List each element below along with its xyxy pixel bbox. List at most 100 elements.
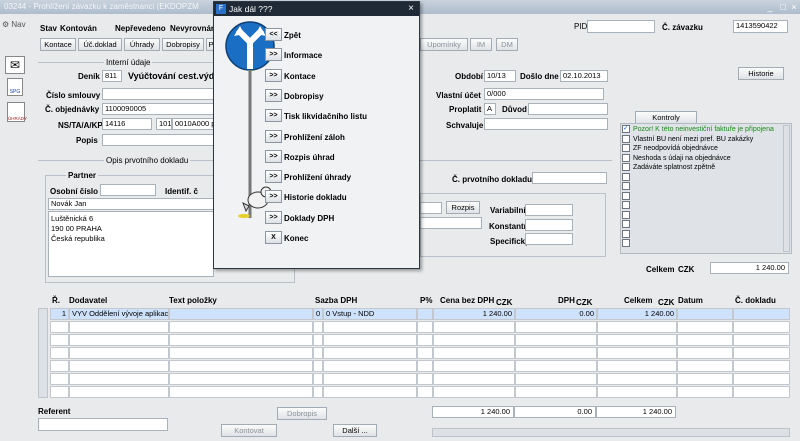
table-cell-dph[interactable] [515,321,597,333]
table-cell-dph[interactable] [515,334,597,346]
table-cell-cena[interactable] [433,321,515,333]
dialog-item-button[interactable]: >> [265,190,282,204]
dialog-item-button[interactable]: >> [265,68,282,82]
table-cell-datum[interactable] [677,347,733,359]
table-cell-sazba[interactable] [323,334,417,346]
dialog-item[interactable]: X Konec [265,231,308,244]
table-cell-datum[interactable] [677,373,733,385]
table-cell-text[interactable] [169,347,313,359]
dialog-item-button[interactable]: X [265,231,282,244]
table-cell-dph[interactable] [515,386,597,398]
table-cell-sazba[interactable] [323,347,417,359]
kontroly-checkbox[interactable] [622,239,630,247]
table-cell-sazba_code[interactable] [313,373,323,385]
table-cell-doklad[interactable] [733,347,790,359]
kontroly-item[interactable] [622,220,782,229]
dialog-item[interactable]: >> Dobropisy [265,88,324,102]
close-window-button[interactable]: × [789,2,799,12]
table-cell-dph[interactable]: 0.00 [515,308,597,320]
partner-name-field[interactable]: Novák Jan [48,198,214,210]
table-cell-p[interactable] [417,373,433,385]
tab-upominky[interactable]: Upomínky [420,38,468,51]
ta-field[interactable]: 101 [156,118,172,130]
kontroly-checkbox[interactable] [622,191,630,200]
table-cell-sazba_code[interactable] [313,321,323,333]
table-cell-doklad[interactable] [733,386,790,398]
table-cell-doklad[interactable] [733,373,790,385]
kontroly-item[interactable]: ✓ Pozor! K této neinvestiční faktuře je p… [622,125,782,134]
table-cell-p[interactable] [417,308,433,320]
uhrady-icon[interactable]: ÚHRADY [7,102,27,122]
table-cell-doklad[interactable] [733,360,790,372]
kontroly-checkbox[interactable] [622,153,630,162]
osobni-cislo-field[interactable] [100,184,156,196]
historie-button[interactable]: Historie [738,67,784,80]
kontroly-checkbox[interactable] [622,144,630,152]
kontroly-item[interactable] [622,229,782,239]
cislo-objednavky-field[interactable]: 1100090005 [102,103,214,115]
referent-field[interactable] [38,418,168,431]
table-cell-datum[interactable] [677,321,733,333]
table-cell-dodavatel[interactable] [69,386,169,398]
kontroly-checkbox[interactable] [622,163,630,171]
tab-dobropisy[interactable]: Dobropisy [162,38,204,51]
denik-field[interactable]: 811 [102,70,122,82]
table-cell-p[interactable] [417,360,433,372]
konstantni-field[interactable] [525,219,573,231]
table-cell-sazba_code[interactable] [313,334,323,346]
popis-field[interactable] [102,134,214,146]
table-cell-r[interactable] [50,347,69,359]
table-cell-p[interactable] [417,321,433,333]
table-cell-celkem[interactable] [597,321,677,333]
table-cell-sazba_code[interactable]: 0 [313,308,323,320]
dialog-item[interactable]: >> Historie dokladu [265,190,347,204]
table-cell-datum[interactable] [677,308,733,320]
table-cell-cena[interactable]: 1 240.00 [433,308,515,320]
vlastni-ucet-field[interactable]: 0/000 [484,88,604,100]
table-cell-doklad[interactable] [733,321,790,333]
kontroly-item[interactable] [622,172,782,182]
table-cell-text[interactable] [169,334,313,346]
table-cell-cena[interactable] [433,334,515,346]
table-cell-cena[interactable] [433,386,515,398]
rozpis-field[interactable] [420,202,442,214]
tab-kontace[interactable]: Kontace [40,38,76,51]
table-cell-sazba_code[interactable] [313,360,323,372]
dialog-item-button[interactable]: >> [265,149,282,163]
table-cell-text[interactable] [169,373,313,385]
table-cell-r[interactable] [50,373,69,385]
table-cell-sazba_code[interactable] [313,347,323,359]
maximize-button[interactable]: □ [778,2,788,12]
kontroly-checkbox[interactable] [622,172,630,181]
dialog-item-button[interactable]: >> [265,48,282,62]
kontroly-item[interactable] [622,201,782,210]
table-cell-p[interactable] [417,347,433,359]
nav-button[interactable]: ⚙ Nav [2,20,26,29]
table-cell-datum[interactable] [677,360,733,372]
spg-icon[interactable]: SPG [7,78,23,96]
kontroly-item[interactable]: Vlastní BU není mezi pref. BU zakázky [622,134,782,144]
specificky-field[interactable] [525,233,573,245]
kontroly-scrollbar[interactable] [783,125,790,252]
table-cell-celkem[interactable] [597,386,677,398]
table-cell-r[interactable] [50,360,69,372]
table-cell-p[interactable] [417,334,433,346]
table-cell-doklad[interactable] [733,334,790,346]
kontroly-item[interactable] [622,182,782,191]
table-cell-text[interactable] [169,386,313,398]
dialog-item-button[interactable]: << [265,28,282,41]
table-cell-dodavatel[interactable] [69,334,169,346]
table-cell-dodavatel[interactable] [69,360,169,372]
tab-im[interactable]: IM [470,38,492,51]
table-cell-dodavatel[interactable] [69,321,169,333]
dialog-item[interactable]: >> Prohlížení úhrady [265,170,351,184]
table-cell-cena[interactable] [433,373,515,385]
cislo-smlouvy-field[interactable] [102,88,214,100]
dialog-item[interactable]: >> Tisk likvidačního listu [265,109,367,123]
table-scrollbar[interactable] [38,308,48,398]
a-field[interactable]: 0010A000 p [172,118,214,130]
dialog-item-button[interactable]: >> [265,170,282,184]
table-cell-r[interactable]: 1 [50,308,69,320]
table-cell-datum[interactable] [677,334,733,346]
kontroly-checkbox[interactable] [622,201,630,209]
